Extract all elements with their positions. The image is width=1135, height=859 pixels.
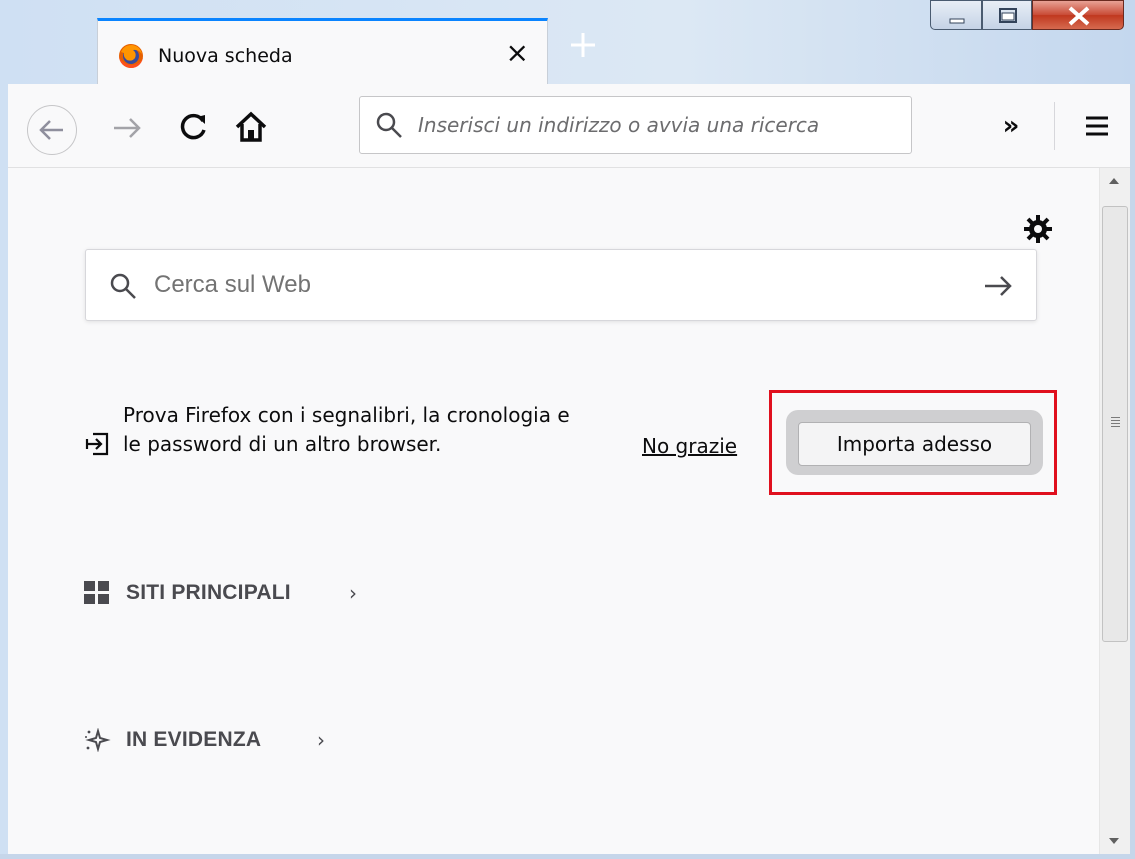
import-icon (85, 432, 109, 456)
scroll-up-icon[interactable] (1109, 178, 1119, 184)
arrow-right-icon[interactable] (982, 270, 1014, 302)
forward-arrow-icon[interactable] (109, 110, 145, 146)
toolbar-separator (1054, 102, 1055, 150)
url-input[interactable] (418, 97, 904, 153)
vertical-scrollbar[interactable] (1099, 168, 1130, 854)
close-window-button[interactable] (1032, 0, 1124, 30)
scrollbar-thumb[interactable] (1102, 206, 1128, 642)
grip-icon (1111, 417, 1120, 427)
minimize-button[interactable] (930, 0, 982, 30)
chevron-right-icon: › (349, 581, 357, 605)
address-bar[interactable] (359, 96, 912, 154)
hamburger-menu-icon[interactable] (1080, 108, 1114, 144)
section-title: IN EVIDENZA (126, 728, 262, 751)
toolbar-overflow-button[interactable]: » (993, 108, 1029, 144)
grid-icon (84, 581, 109, 604)
tab-title: Nuova scheda (158, 45, 293, 67)
sparkle-icon (85, 728, 111, 752)
web-search-box[interactable]: Cerca sul Web (85, 249, 1037, 321)
back-arrow-icon (39, 120, 63, 140)
section-title: SITI PRINCIPALI (126, 581, 291, 604)
search-icon (110, 273, 136, 299)
back-button[interactable] (27, 105, 77, 155)
import-now-button[interactable]: Importa adesso (798, 422, 1031, 466)
section-highlights[interactable]: IN EVIDENZA › (84, 723, 354, 757)
close-tab-icon[interactable]: × (506, 37, 529, 69)
search-placeholder: Cerca sul Web (154, 271, 311, 298)
minimize-icon (949, 18, 965, 24)
search-icon (376, 112, 402, 138)
home-icon[interactable] (232, 108, 270, 146)
new-tab-icon[interactable] (566, 28, 600, 62)
gear-icon[interactable] (1021, 212, 1055, 246)
section-top-sites[interactable]: SITI PRINCIPALI › (84, 576, 384, 610)
window-frame (1130, 84, 1135, 859)
window-controls (930, 0, 1130, 30)
navigation-toolbar: » (8, 84, 1133, 168)
firefox-logo-icon (119, 44, 143, 68)
maximize-icon (999, 8, 1017, 23)
scroll-down-icon[interactable] (1109, 838, 1119, 844)
new-tab-page: Cerca sul Web Prova Firefox con i segnal… (8, 168, 1099, 854)
close-icon (1068, 6, 1090, 26)
browser-window: Nuova scheda × Inserisci un indirizzo o … (0, 0, 1135, 859)
dismiss-link[interactable]: No grazie (642, 434, 737, 458)
maximize-button[interactable] (982, 0, 1032, 30)
tab-nuova-scheda[interactable]: Nuova scheda × (97, 18, 548, 84)
title-bar: Nuova scheda × (0, 0, 1135, 84)
window-frame (0, 854, 1135, 859)
reload-icon[interactable] (176, 108, 212, 144)
chevron-right-icon: › (317, 728, 325, 752)
import-message: Prova Firefox con i segnalibri, la crono… (123, 403, 570, 456)
